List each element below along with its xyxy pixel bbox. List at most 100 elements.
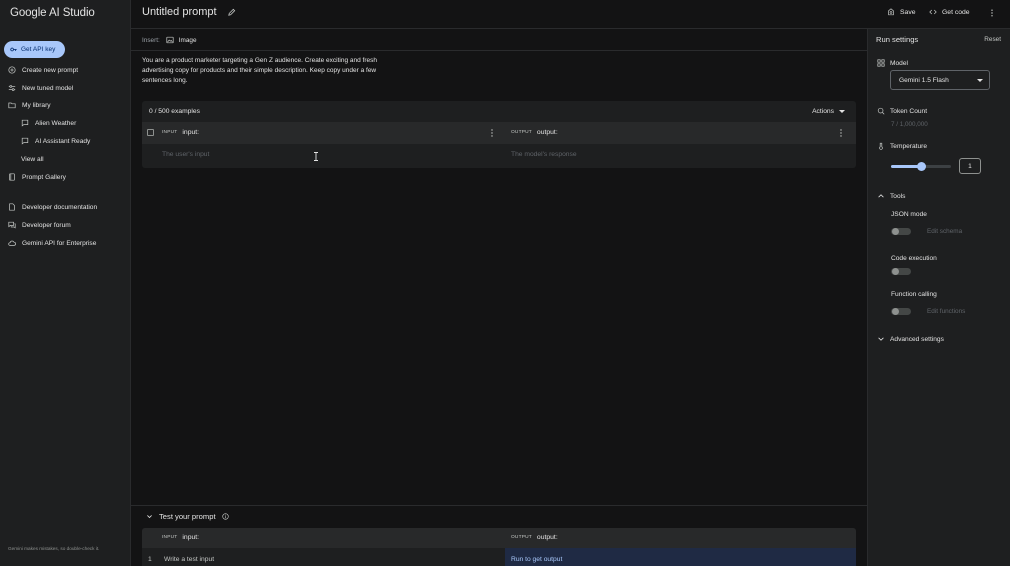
output-column-name: output: (536, 534, 558, 541)
sidebar-item-ai-assistant-ready[interactable]: AI Assistant Ready (21, 135, 90, 147)
examples-count: 0 / 500 examples (149, 108, 200, 115)
sidebar-item-label: View all (21, 155, 44, 163)
output-column-menu-icon[interactable] (838, 129, 844, 137)
system-instructions-text[interactable]: You are a product marketer targeting a G… (142, 56, 392, 86)
input-tag: INPUT (162, 130, 178, 135)
temperature-input[interactable]: 1 (959, 158, 981, 174)
get-api-key-button[interactable]: Get API key (4, 41, 65, 58)
forum-icon (8, 221, 16, 229)
examples-header: 0 / 500 examples Actions (142, 101, 856, 122)
chevron-up-icon (878, 194, 884, 198)
row-number: 1 (148, 556, 152, 563)
test-prompt-title: Test your prompt (159, 512, 216, 521)
model-icon (877, 59, 885, 67)
function-calling-label: Function calling (891, 291, 937, 298)
get-code-button[interactable]: Get code (929, 8, 970, 16)
temperature-slider-thumb[interactable] (916, 162, 926, 171)
temperature-row: Temperature (877, 142, 927, 150)
run-settings-title: Run settings (876, 35, 919, 44)
tune-icon (8, 85, 16, 91)
temperature-slider[interactable] (891, 162, 951, 171)
sidebar-item-prompt-gallery[interactable]: Prompt Gallery (8, 171, 66, 183)
info-icon[interactable] (221, 513, 229, 520)
output-tag: OUTPUT (511, 130, 532, 135)
input-column-name: input: (182, 534, 200, 541)
chevron-down-icon (839, 110, 845, 113)
sidebar-item-label: New tuned model (22, 84, 74, 92)
sidebar-item-developer-forum[interactable]: Developer forum (8, 219, 71, 231)
select-all-checkbox[interactable] (147, 129, 154, 136)
key-icon (10, 47, 17, 52)
plus-circle-icon (8, 66, 16, 74)
token-count-value: 7 / 1,000,000 (891, 121, 928, 128)
temperature-label: Temperature (890, 142, 928, 150)
token-icon (877, 107, 885, 115)
get-code-label: Get code (942, 8, 970, 16)
chat-icon (21, 137, 29, 145)
test-input-column: INPUT input: (162, 534, 199, 541)
edit-schema-link[interactable]: Edit schema (927, 228, 962, 235)
save-label: Save (900, 8, 916, 16)
run-output-link[interactable]: Run to get output (511, 556, 562, 563)
input-column-menu-icon[interactable] (489, 129, 495, 137)
test-output-column: OUTPUT output: (511, 534, 558, 541)
sidebar-item-alien-weather[interactable]: Alien Weather (21, 117, 76, 129)
model-label-row: Model (877, 59, 908, 67)
page-title[interactable]: Untitled prompt (142, 6, 217, 18)
advanced-settings-label: Advanced settings (890, 335, 944, 343)
input-column-header[interactable]: INPUT input: (162, 129, 199, 136)
input-tag: INPUT (162, 535, 178, 540)
actions-button[interactable]: Actions (812, 108, 845, 115)
example-input-field[interactable]: The user's input (162, 151, 209, 158)
sidebar-item-label: Create new prompt (22, 66, 79, 74)
sidebar-item-gemini-api-enterprise[interactable]: Gemini API for Enterprise (8, 237, 96, 249)
insert-image-label: Image (178, 36, 197, 44)
thermometer-icon (879, 142, 883, 150)
sidebar-item-label: Prompt Gallery (22, 173, 66, 181)
insert-image-button[interactable]: Image (166, 36, 197, 44)
tools-label: Tools (890, 192, 906, 200)
json-mode-label: JSON mode (891, 211, 927, 218)
tools-section-header[interactable]: Tools (877, 192, 905, 200)
edit-functions-link[interactable]: Edit functions (927, 308, 965, 315)
test-prompt-header[interactable]: Test your prompt (146, 512, 229, 521)
toggle-knob (892, 268, 899, 275)
sidebar-item-view-all[interactable]: View all (21, 153, 44, 165)
more-vert-icon[interactable] (988, 9, 996, 17)
header: Untitled prompt Save Get code (131, 0, 1010, 29)
sidebar-footer-note: Gemini makes mistakes, so double-check i… (8, 546, 100, 551)
output-tag: OUTPUT (511, 535, 532, 540)
sidebar-item-new-tuned-model[interactable]: New tuned model (8, 82, 73, 94)
edit-icon[interactable] (227, 8, 236, 17)
sidebar-item-developer-documentation[interactable]: Developer documentation (8, 201, 97, 213)
toggle-knob (892, 308, 899, 315)
input-column-name: input: (182, 129, 200, 136)
function-calling-toggle[interactable] (891, 308, 911, 315)
code-execution-label: Code execution (891, 255, 937, 262)
insert-toolbar: Insert: Image (131, 30, 867, 51)
token-count-row: Token Count (877, 107, 927, 115)
sidebar-item-label: Developer documentation (22, 203, 98, 211)
test-input-field[interactable]: Write a test input (164, 556, 214, 563)
chat-icon (21, 119, 29, 127)
actions-label: Actions (812, 108, 834, 115)
sidebar-item-create-prompt[interactable]: Create new prompt (8, 64, 78, 76)
get-api-key-label: Get API key (21, 46, 56, 53)
app-logo[interactable]: Google AI Studio (10, 7, 95, 19)
sidebar-item-label: Gemini API for Enterprise (22, 239, 97, 247)
test-prompt-panel: Test your prompt INPUT input: OUTPUT out… (131, 505, 867, 566)
token-count-label: Token Count (890, 107, 928, 115)
example-output-field[interactable]: The model's response (511, 151, 577, 158)
code-execution-toggle[interactable] (891, 268, 911, 275)
model-select[interactable]: Gemini 1.5 Flash (890, 70, 990, 90)
save-button[interactable]: Save (887, 8, 916, 16)
json-mode-toggle[interactable] (891, 228, 911, 235)
output-column-name: output: (536, 129, 558, 136)
advanced-settings-header[interactable]: Advanced settings (877, 335, 944, 343)
output-column-header[interactable]: OUTPUT output: (511, 129, 558, 136)
reset-button[interactable]: Reset (984, 36, 1001, 43)
save-icon (888, 8, 894, 16)
sidebar-item-my-library[interactable]: My library (8, 99, 51, 111)
sidebar-item-label: My library (22, 101, 51, 109)
examples-column-header: INPUT input: OUTPUT output: (142, 122, 856, 144)
